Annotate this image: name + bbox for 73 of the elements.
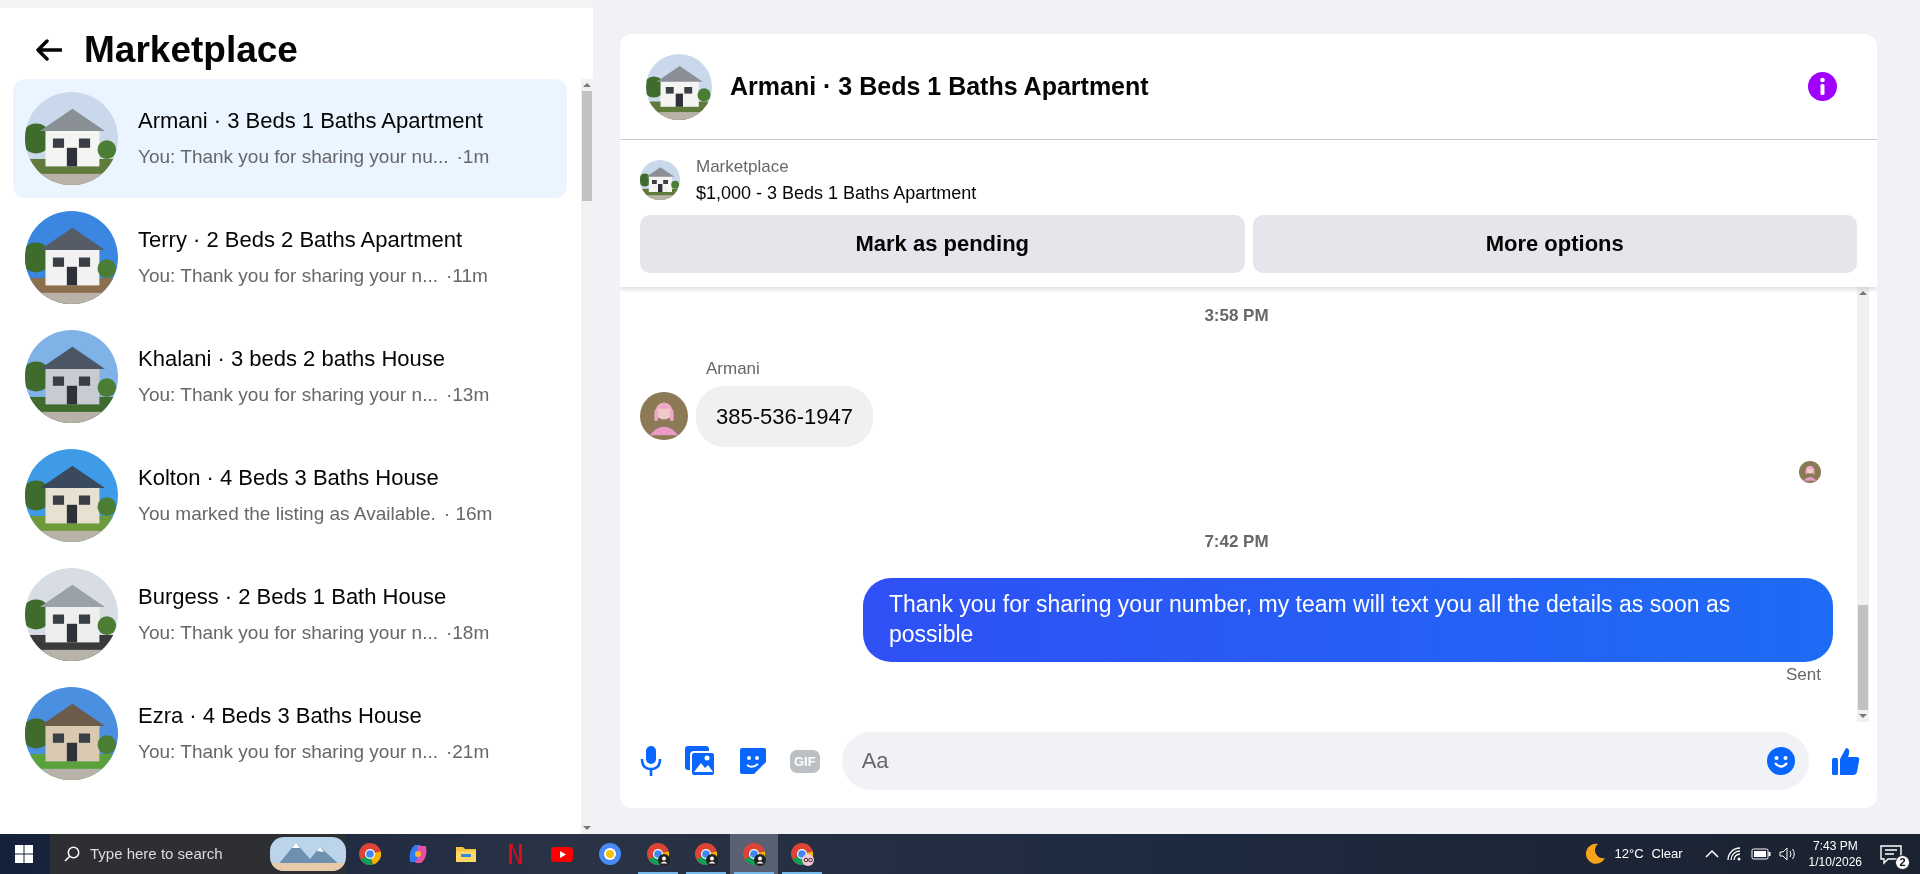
search-placeholder: Type here to search <box>90 843 223 864</box>
search-icon <box>64 846 80 862</box>
message-preview: You marked the listing as Available. <box>138 502 436 527</box>
speaker-icon[interactable] <box>1778 847 1797 861</box>
weather-widget[interactable]: 12°C Clear <box>1584 843 1683 865</box>
scrollbar[interactable] <box>1857 286 1869 722</box>
message-preview: You: Thank you for sharing your nu... <box>138 145 449 170</box>
info-icon[interactable] <box>1808 72 1837 101</box>
conversation-item[interactable]: Burgess · 2 Beds 1 Bath House You: Thank you for sharing your n... ·18m <box>13 554 567 674</box>
conversation-name: Armani · 3 Beds 1 Baths Apartment <box>138 107 484 136</box>
taskbar-app-button[interactable] <box>730 834 778 874</box>
temperature: 12°C <box>1614 845 1644 864</box>
battery-icon[interactable] <box>1750 848 1771 860</box>
browser-profile-icon <box>694 842 718 866</box>
message-preview: You: Thank you for sharing your n... <box>138 621 438 646</box>
sender-name: Armani <box>706 358 760 380</box>
browser-profile-icon <box>742 842 766 866</box>
message-status: Sent <box>1786 663 1821 686</box>
windows-start-icon[interactable] <box>15 845 33 863</box>
conversation-item[interactable]: Kolton · 4 Beds 3 Baths House You marked the listing as Available. · 16m <box>13 435 567 555</box>
scrollbar-thumb[interactable] <box>582 90 592 201</box>
scrollbar[interactable] <box>581 78 593 834</box>
avatar <box>640 392 688 440</box>
conversation-item[interactable]: Terry · 2 Beds 2 Baths Apartment You: Thank you for sharing your n... ·11m <box>13 197 567 317</box>
message-time: ·21m <box>445 740 490 765</box>
message-time: · 16m <box>443 502 493 527</box>
conversation-name: Kolton · 4 Beds 3 Baths House <box>138 464 440 493</box>
browser-profile-icon <box>790 842 814 866</box>
read-receipt-avatar <box>1799 460 1821 483</box>
clock-time[interactable]: 7:43 PM <box>1808 837 1862 854</box>
wifi-icon[interactable] <box>1726 847 1743 861</box>
message-bubble: Thank you for sharing your number, my team will text you all the details as soon as possible <box>863 578 1833 662</box>
conversation-name: Khalani · 3 beds 2 baths House <box>138 345 446 374</box>
moon-icon <box>1584 843 1607 865</box>
message-time: ·18m <box>445 621 490 646</box>
conversation-item[interactable]: Ezra · 4 Beds 3 Baths House You: Thank you for sharing your n... ·21m <box>13 673 567 793</box>
sticker-icon[interactable] <box>738 746 768 776</box>
message-time: ·11m <box>445 264 488 289</box>
message-input[interactable]: Aa <box>841 732 1809 790</box>
message-preview: You: Thank you for sharing your n... <box>138 383 438 408</box>
page-title: Marketplace <box>84 30 298 71</box>
notification-count: 2 <box>1895 855 1910 870</box>
taskbar-search-field[interactable]: Type here to search <box>50 834 346 874</box>
conversation-item[interactable]: Armani · 3 Beds 1 Baths Apartment You: Thank you for sharing your nu... ·1m <box>13 78 567 198</box>
scrollbar-thumb[interactable] <box>1858 605 1868 710</box>
browser-profile-icon <box>646 842 670 866</box>
weather-condition: Clear <box>1651 845 1683 864</box>
back-arrow-icon[interactable] <box>36 39 62 62</box>
conversation-item[interactable]: Khalani · 3 beds 2 baths House You: Thank you for sharing your n... ·13m <box>13 316 567 436</box>
microphone-icon[interactable] <box>640 745 662 777</box>
clock-date[interactable]: 1/10/2026 <box>1808 854 1862 871</box>
conversation-name: Burgess · 2 Beds 1 Bath House <box>138 583 448 612</box>
notifications-icon[interactable] <box>1880 844 1902 865</box>
timestamp: 7:42 PM <box>1204 530 1269 553</box>
message-bubble: 385-536-1947 <box>696 385 873 447</box>
message-time: ·1m <box>456 145 490 170</box>
timestamp: 3:58 PM <box>1204 304 1269 327</box>
conversation-title: Armani · 3 Beds 1 Baths Apartment <box>730 70 1150 102</box>
photo-icon[interactable] <box>684 745 716 777</box>
listing-summary: $1,000 - 3 Beds 1 Baths Apartment <box>696 181 977 205</box>
chevron-up-icon[interactable] <box>1704 849 1719 859</box>
conversation-name: Terry · 2 Beds 2 Baths Apartment <box>138 226 464 255</box>
listing-label: Marketplace <box>696 156 790 178</box>
more-options-button[interactable]: More options <box>1252 214 1857 273</box>
chrome-icon <box>358 842 382 866</box>
emoji-icon[interactable] <box>1767 747 1795 775</box>
conversation-name: Ezra · 4 Beds 3 Baths House <box>138 702 423 731</box>
browser-icon <box>598 842 622 866</box>
message-time: ·13m <box>445 383 490 408</box>
message-preview: You: Thank you for sharing your n... <box>138 740 438 765</box>
thumbs-up-icon[interactable] <box>1831 746 1861 776</box>
mark-pending-button[interactable]: Mark as pending <box>640 214 1245 273</box>
message-preview: You: Thank you for sharing your n... <box>138 264 438 289</box>
